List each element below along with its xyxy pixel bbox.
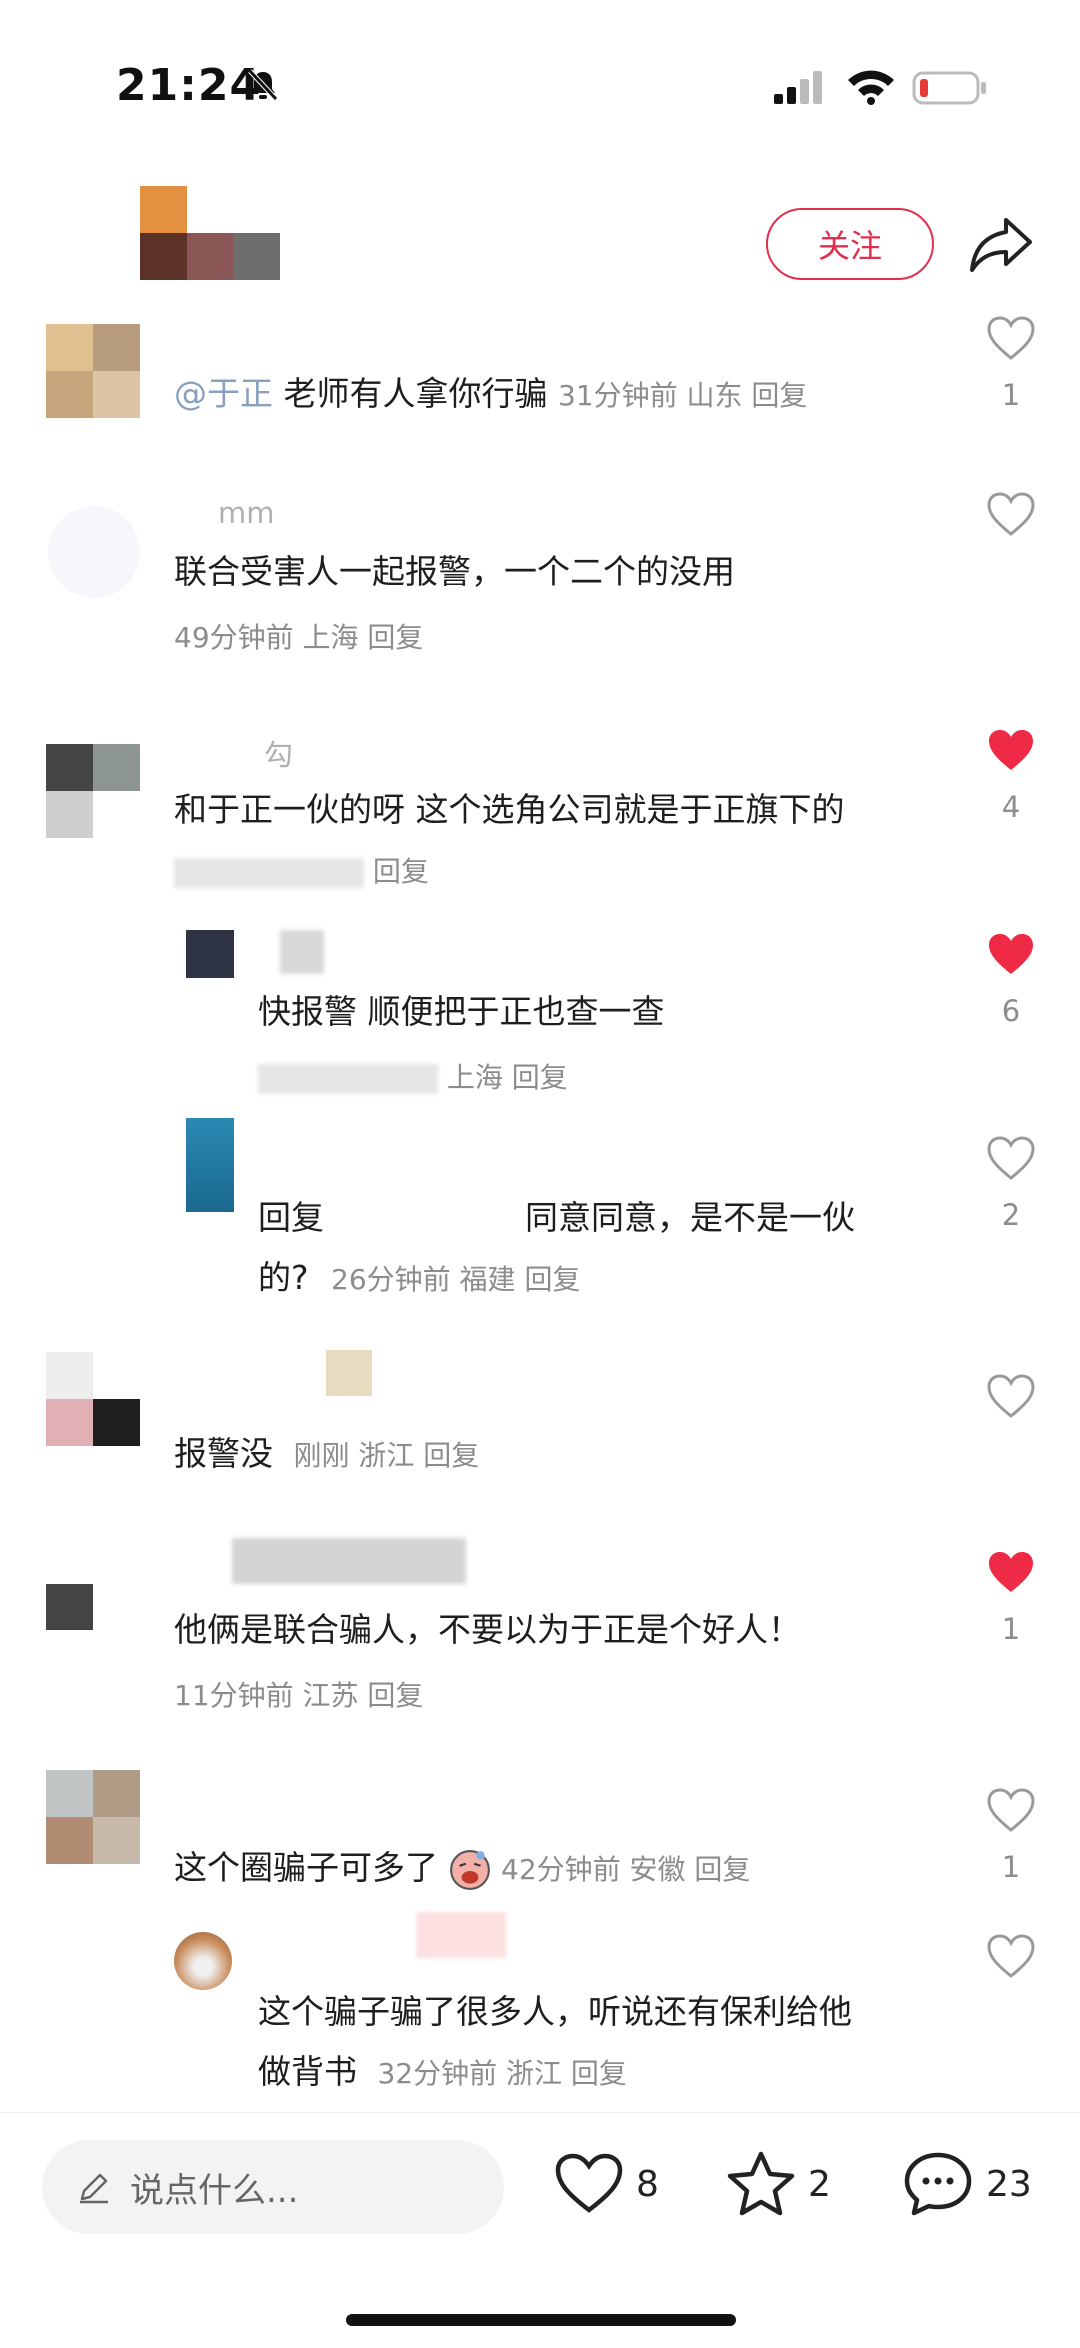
like-heart-icon[interactable] <box>986 1788 1036 1834</box>
liked-heart-icon[interactable] <box>986 728 1036 774</box>
commenter-name[interactable]: 勾 <box>264 732 293 774</box>
comment-text: 这个圈骗子可多了 42分钟前 安徽 回复 <box>174 1846 750 1892</box>
home-indicator[interactable] <box>346 2314 736 2326</box>
cellular-signal-icon <box>774 71 822 104</box>
comment-text: 报警没 刚刚 浙江 回复 <box>174 1434 480 1473</box>
status-time: 21:24 <box>116 60 262 111</box>
bottom-bar-divider <box>0 2112 1080 2113</box>
like-heart-icon[interactable] <box>986 1934 1036 1980</box>
commenter-avatar[interactable] <box>46 1770 140 1864</box>
author-avatar-blurred[interactable] <box>140 186 280 280</box>
like-count: 1 <box>1001 378 1021 412</box>
comment-input-placeholder: 说点什么... <box>130 2170 299 2211</box>
comment-text: 联合受害人一起报警，一个二个的没用 <box>174 552 735 591</box>
heart-icon <box>555 2153 623 2213</box>
commenter-name-blurred[interactable] <box>232 1538 466 1584</box>
commenter-avatar[interactable] <box>46 1352 140 1446</box>
silent-bell-icon <box>248 69 278 101</box>
like-heart-icon[interactable] <box>986 316 1036 362</box>
favorite-action[interactable]: 2 <box>726 2150 831 2218</box>
wifi-icon <box>848 70 894 105</box>
like-heart-icon[interactable] <box>986 1374 1036 1420</box>
commenter-avatar[interactable] <box>46 744 140 838</box>
commenter-avatar[interactable] <box>48 506 140 598</box>
commenter-avatar[interactable] <box>174 1932 232 1990</box>
commenter-avatar[interactable] <box>186 1118 234 1212</box>
like-action[interactable]: 8 <box>554 2152 659 2216</box>
commenter-avatar[interactable] <box>46 1584 140 1630</box>
like-count: 6 <box>1001 994 1021 1028</box>
like-count: 2 <box>1001 1198 1021 1232</box>
like-count: 4 <box>1001 790 1021 824</box>
commenter-name-blurred[interactable] <box>326 1350 372 1396</box>
reply-text: 快报警 顺便把于正也查一查 <box>258 992 665 1031</box>
like-count: 1 <box>1001 1612 1021 1646</box>
mention-link[interactable]: @于正 <box>174 374 273 413</box>
star-icon <box>727 2151 795 2216</box>
reply-text: 这个骗子骗了很多人，听说还有保利给他 <box>258 1992 852 2031</box>
comment-input[interactable]: 说点什么... <box>42 2140 504 2234</box>
comment-meta: 上海 回复 <box>258 1056 568 1096</box>
post-comment-count: 23 <box>986 2163 1032 2205</box>
comment-meta: 49分钟前 上海 回复 <box>174 621 424 654</box>
reply-text-line2: 做背书 32分钟前 浙江 回复 <box>258 2052 627 2091</box>
comment-meta: 回复 <box>174 850 429 890</box>
reply-text: 回复 同意同意，是不是一伙 <box>258 1198 855 1238</box>
crying-emoji-icon <box>449 1849 490 1890</box>
like-heart-icon[interactable] <box>986 492 1036 538</box>
commenter-name[interactable]: mm <box>218 496 275 530</box>
post-like-count: 8 <box>636 2163 659 2205</box>
commenter-avatar[interactable] <box>186 930 234 978</box>
comment-text: 他俩是联合骗人，不要以为于正是个好人！ <box>174 1610 801 1649</box>
liked-heart-icon[interactable] <box>986 932 1036 978</box>
like-count: 1 <box>1001 1850 1021 1884</box>
comment-action[interactable]: 23 <box>902 2150 1032 2218</box>
comment-text: 和于正一伙的呀 这个选角公司就是于正旗下的 <box>174 790 845 829</box>
commenter-avatar[interactable] <box>46 324 140 418</box>
comment-meta: 11分钟前 江苏 回复 <box>174 1679 424 1712</box>
share-icon[interactable] <box>968 214 1034 274</box>
battery-low-icon <box>912 71 986 105</box>
commenter-name-blurred[interactable] <box>416 1912 506 1958</box>
like-heart-icon[interactable] <box>986 1136 1036 1182</box>
comment-bubble-icon <box>904 2152 972 2216</box>
pencil-icon <box>80 2173 108 2204</box>
reply-text-line2: 的? 26分钟前 福建 回复 <box>258 1258 581 1297</box>
follow-button[interactable]: 关注 <box>766 208 934 280</box>
commenter-name-blurred <box>280 930 324 974</box>
post-star-count: 2 <box>808 2163 831 2205</box>
comment-text: @于正 老师有人拿你行骗 31分钟前 山东 回复 <box>174 374 808 413</box>
liked-heart-icon[interactable] <box>986 1550 1036 1596</box>
